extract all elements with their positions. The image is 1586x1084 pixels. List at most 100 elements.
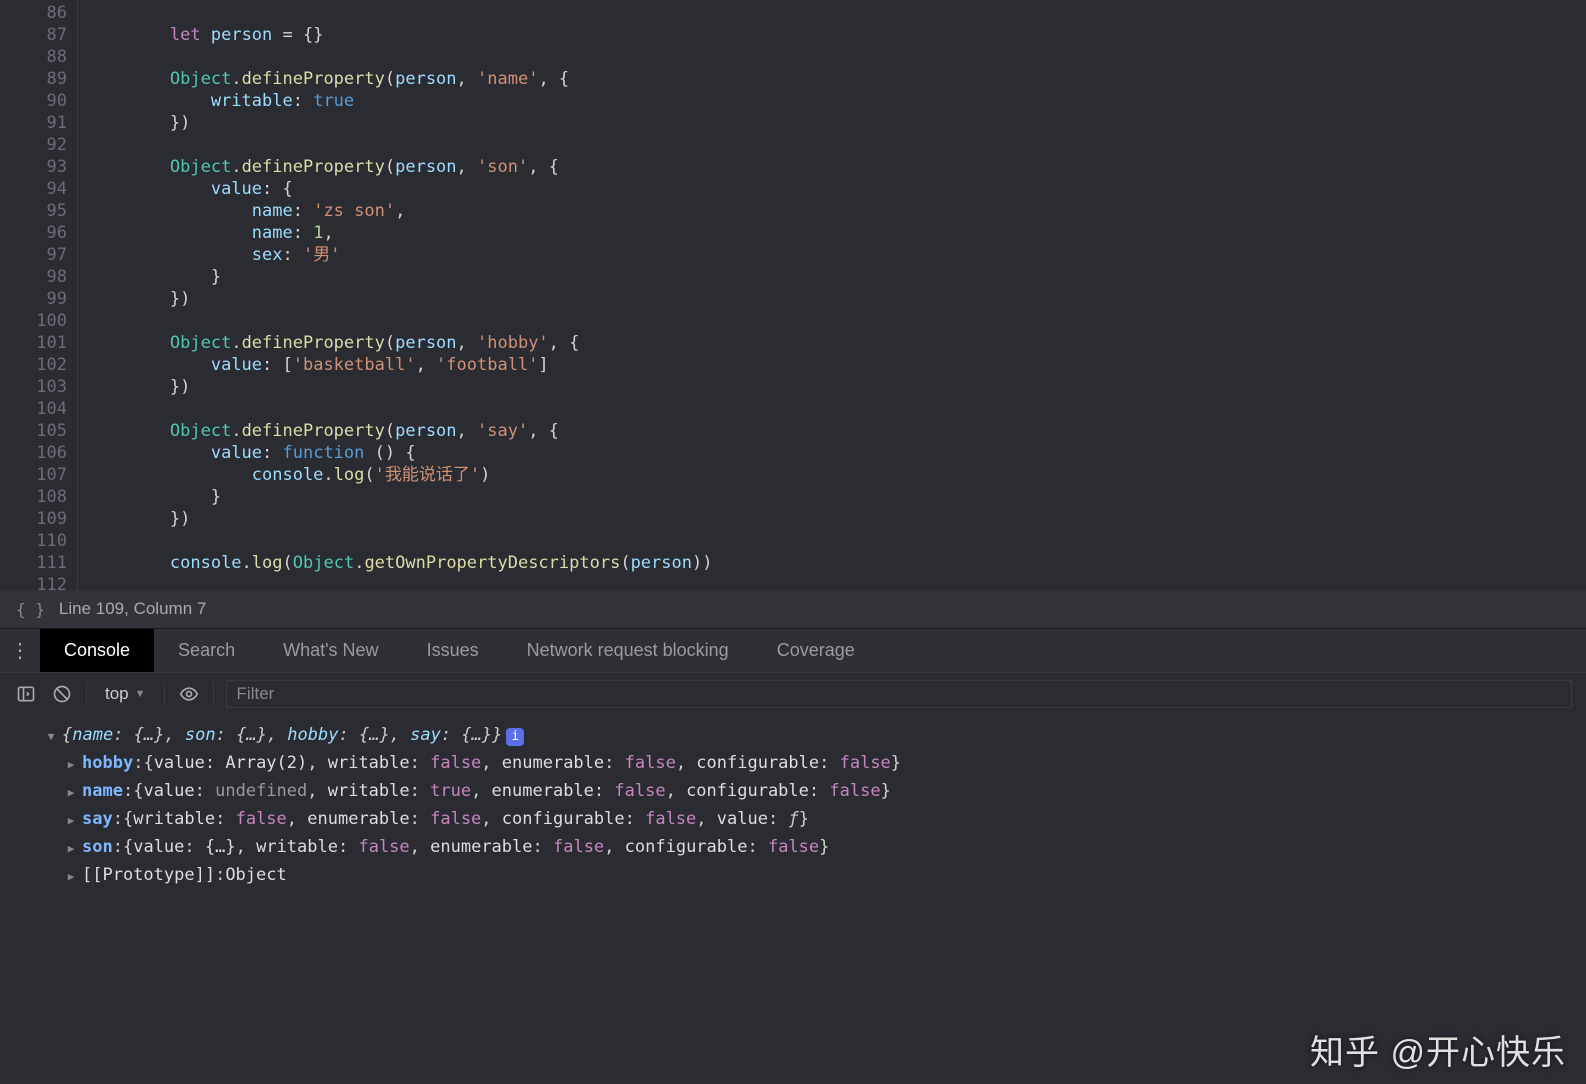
code-line[interactable]: name: 'zs son', (88, 200, 1586, 222)
line-number: 87 (0, 24, 67, 46)
line-number: 99 (0, 288, 67, 310)
code-line[interactable]: }) (88, 376, 1586, 398)
code-line[interactable]: console.log(Object.getOwnPropertyDescrip… (88, 552, 1586, 574)
execution-context-selector[interactable]: top ▼ (99, 682, 152, 706)
line-number: 106 (0, 442, 67, 464)
line-number: 105 (0, 420, 67, 442)
code-line[interactable]: name: 1, (88, 222, 1586, 244)
line-number: 92 (0, 134, 67, 156)
line-number: 103 (0, 376, 67, 398)
code-line[interactable] (88, 530, 1586, 552)
prototype-value: Object (225, 862, 286, 888)
line-number: 89 (0, 68, 67, 90)
line-number-gutter: 8687888990919293949596979899100101102103… (0, 0, 78, 590)
line-number: 97 (0, 244, 67, 266)
property-key: son (82, 834, 113, 860)
code-line[interactable]: value: ['basketball', 'football'] (88, 354, 1586, 376)
tab-what-s-new[interactable]: What's New (259, 629, 402, 672)
code-line[interactable]: console.log('我能说话了') (88, 464, 1586, 486)
console-output[interactable]: {name: {…}, son: {…}, hobby: {…}, say: {… (0, 714, 1586, 1084)
line-number: 95 (0, 200, 67, 222)
code-line[interactable]: }) (88, 112, 1586, 134)
expand-arrow-icon[interactable] (64, 836, 78, 862)
code-line[interactable]: }) (88, 288, 1586, 310)
code-line[interactable]: }) (88, 508, 1586, 530)
tab-coverage[interactable]: Coverage (753, 629, 879, 672)
context-label: top (105, 684, 129, 704)
line-number: 107 (0, 464, 67, 486)
property-value: {value: {…}, writable: false, enumerable… (123, 834, 829, 860)
console-property-row[interactable]: say: {writable: false, enumerable: false… (12, 806, 1574, 834)
console-object-summary[interactable]: {name: {…}, son: {…}, hobby: {…}, say: {… (12, 722, 1574, 750)
expand-arrow-icon[interactable] (64, 808, 78, 834)
code-line[interactable] (88, 134, 1586, 156)
line-number: 108 (0, 486, 67, 508)
code-line[interactable] (88, 574, 1586, 590)
line-number: 111 (0, 552, 67, 574)
code-editor[interactable]: 8687888990919293949596979899100101102103… (0, 0, 1586, 590)
code-content[interactable]: let person = {} Object.defineProperty(pe… (78, 0, 1586, 590)
code-line[interactable]: Object.defineProperty(person, 'son', { (88, 156, 1586, 178)
line-number: 86 (0, 2, 67, 24)
tab-issues[interactable]: Issues (403, 629, 503, 672)
code-line[interactable] (88, 46, 1586, 68)
property-value: {writable: false, enumerable: false, con… (123, 806, 809, 832)
sidebar-toggle-icon[interactable] (14, 682, 38, 706)
line-number: 102 (0, 354, 67, 376)
summary-text: {name: {…}, son: {…}, hobby: {…}, say: {… (62, 722, 502, 748)
clear-console-icon[interactable] (50, 682, 74, 706)
line-number: 110 (0, 530, 67, 552)
devtools-tabbar: ⋮ ConsoleSearchWhat's NewIssuesNetwork r… (0, 628, 1586, 672)
prototype-key: [[Prototype]] (82, 862, 215, 888)
expand-arrow-icon[interactable] (64, 752, 78, 778)
code-line[interactable]: } (88, 486, 1586, 508)
tab-console[interactable]: Console (40, 629, 154, 672)
watermark-text: 知乎 @开心快乐 (1310, 1040, 1566, 1066)
code-line[interactable] (88, 398, 1586, 420)
console-prototype-row[interactable]: [[Prototype]]: Object (12, 862, 1574, 890)
code-line[interactable]: Object.defineProperty(person, 'hobby', { (88, 332, 1586, 354)
property-key: say (82, 806, 113, 832)
property-key: name (82, 778, 123, 804)
more-tabs-icon[interactable]: ⋮ (0, 629, 40, 672)
console-property-row[interactable]: son: {value: {…}, writable: false, enume… (12, 834, 1574, 862)
line-number: 96 (0, 222, 67, 244)
code-line[interactable]: sex: '男' (88, 244, 1586, 266)
cursor-position: Line 109, Column 7 (59, 599, 206, 619)
line-number: 90 (0, 90, 67, 112)
expand-arrow-icon[interactable] (64, 780, 78, 806)
expand-arrow-icon[interactable] (64, 864, 78, 890)
filter-placeholder: Filter (237, 684, 275, 704)
console-toolbar: top ▼ Filter (0, 672, 1586, 714)
line-number: 94 (0, 178, 67, 200)
line-number: 98 (0, 266, 67, 288)
line-number: 112 (0, 574, 67, 590)
code-line[interactable]: } (88, 266, 1586, 288)
tab-search[interactable]: Search (154, 629, 259, 672)
console-property-row[interactable]: hobby: {value: Array(2), writable: false… (12, 750, 1574, 778)
console-property-row[interactable]: name: {value: undefined, writable: true,… (12, 778, 1574, 806)
code-line[interactable] (88, 2, 1586, 24)
line-number: 109 (0, 508, 67, 530)
info-badge-icon[interactable]: i (506, 728, 524, 746)
live-expression-icon[interactable] (177, 682, 201, 706)
tab-network-request-blocking[interactable]: Network request blocking (503, 629, 753, 672)
code-line[interactable]: let person = {} (88, 24, 1586, 46)
editor-statusbar: { } Line 109, Column 7 (0, 590, 1586, 628)
line-number: 91 (0, 112, 67, 134)
expand-arrow-icon[interactable] (44, 724, 58, 750)
code-line[interactable]: writable: true (88, 90, 1586, 112)
code-line[interactable]: value: function () { (88, 442, 1586, 464)
console-filter-input[interactable]: Filter (226, 680, 1572, 708)
braces-icon: { } (16, 600, 45, 619)
code-line[interactable]: Object.defineProperty(person, 'say', { (88, 420, 1586, 442)
property-key: hobby (82, 750, 133, 776)
line-number: 100 (0, 310, 67, 332)
code-line[interactable]: Object.defineProperty(person, 'name', { (88, 68, 1586, 90)
chevron-down-icon: ▼ (135, 688, 146, 700)
property-value: {value: undefined, writable: true, enume… (133, 778, 891, 804)
line-number: 104 (0, 398, 67, 420)
property-value: {value: Array(2), writable: false, enume… (143, 750, 901, 776)
code-line[interactable] (88, 310, 1586, 332)
code-line[interactable]: value: { (88, 178, 1586, 200)
